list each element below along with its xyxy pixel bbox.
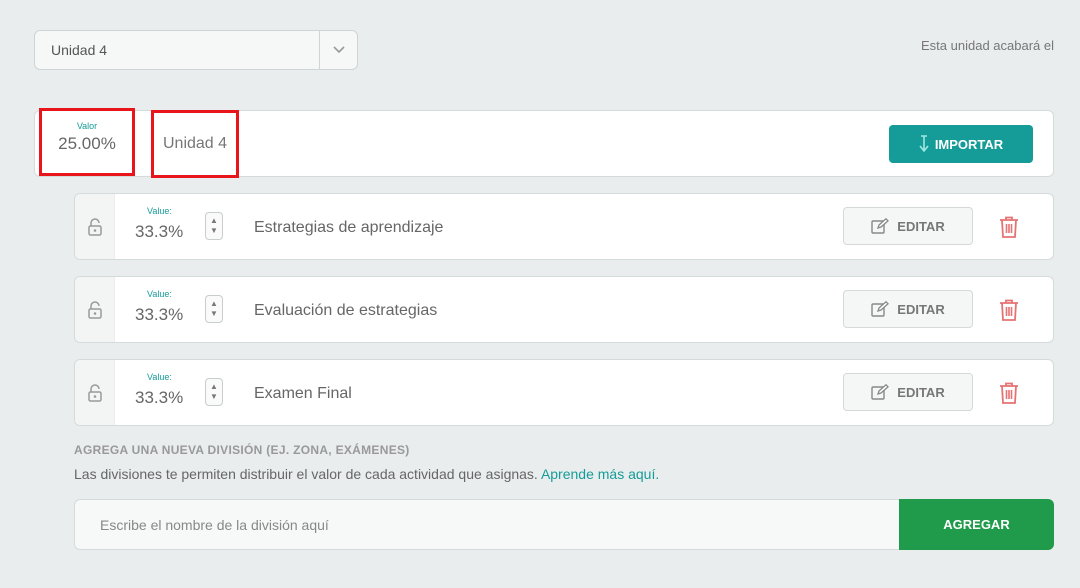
edit-button[interactable]: EDITAR xyxy=(843,207,973,245)
trash-icon xyxy=(1000,216,1018,238)
unlock-icon xyxy=(87,217,102,236)
unit-value-label: Valor xyxy=(76,121,98,131)
unit-end-label: Esta unidad acabará el xyxy=(921,38,1054,53)
division-value[interactable]: 33.3% xyxy=(135,222,183,242)
import-arrow-icon xyxy=(919,135,929,153)
value-stepper[interactable]: ▲ ▼ xyxy=(205,295,223,323)
edit-icon xyxy=(871,384,890,400)
stepper-up-icon[interactable]: ▲ xyxy=(210,299,218,309)
division-value[interactable]: 33.3% xyxy=(135,305,183,325)
unlock-icon xyxy=(87,300,102,319)
edit-button[interactable]: EDITAR xyxy=(843,373,973,411)
trash-icon xyxy=(1000,382,1018,404)
unit-select-value: Unidad 4 xyxy=(51,42,108,58)
lock-toggle[interactable] xyxy=(75,277,115,342)
stepper-down-icon[interactable]: ▼ xyxy=(210,309,218,319)
add-division-title: AGREGA UNA NUEVA DIVISIÓN (EJ. ZONA, EXÁ… xyxy=(74,443,410,457)
stepper-up-icon[interactable]: ▲ xyxy=(210,382,218,392)
value-stepper[interactable]: ▲ ▼ xyxy=(205,212,223,240)
division-name: Estrategias de aprendizaje xyxy=(254,219,444,236)
unit-select[interactable]: Unidad 4 xyxy=(34,30,358,70)
add-division-button[interactable]: AGREGAR xyxy=(899,499,1054,550)
add-division-form: AGREGAR xyxy=(74,499,1054,550)
division-name: Evaluación de estrategias xyxy=(254,302,438,319)
unit-name: Unidad 4 xyxy=(163,135,228,152)
add-division-description-text: Las divisiones te permiten distribuir el… xyxy=(74,466,538,482)
import-button[interactable]: IMPORTAR xyxy=(889,125,1033,163)
value-stepper[interactable]: ▲ ▼ xyxy=(205,378,223,406)
import-label: IMPORTAR xyxy=(934,136,1004,152)
division-row: Value: 33.3% ▲ ▼ Evaluación de estrategi… xyxy=(74,276,1054,343)
learn-more-link[interactable]: Aprende más aquí. xyxy=(541,466,659,482)
division-row: Value: 33.3% ▲ ▼ Estrategias de aprendiz… xyxy=(74,193,1054,260)
division-value-label: Value: xyxy=(147,206,172,216)
delete-button[interactable] xyxy=(997,297,1021,323)
unit-name-block: Unidad 4 xyxy=(151,110,239,178)
stepper-down-icon[interactable]: ▼ xyxy=(210,392,218,402)
unit-select-toggle[interactable] xyxy=(319,31,357,69)
trash-icon xyxy=(1000,299,1018,321)
division-name: Examen Final xyxy=(254,385,352,402)
stepper-down-icon[interactable]: ▼ xyxy=(210,226,218,236)
stepper-up-icon[interactable]: ▲ xyxy=(210,216,218,226)
edit-label: EDITAR xyxy=(897,384,945,400)
lock-toggle[interactable] xyxy=(75,360,115,425)
division-value-label: Value: xyxy=(147,289,172,299)
chevron-down-icon xyxy=(332,46,345,54)
edit-icon xyxy=(871,301,890,317)
unlock-icon xyxy=(87,383,102,402)
division-value-label: Value: xyxy=(147,372,172,382)
division-value[interactable]: 33.3% xyxy=(135,388,183,408)
delete-button[interactable] xyxy=(997,214,1021,240)
edit-button[interactable]: EDITAR xyxy=(843,290,973,328)
lock-toggle[interactable] xyxy=(75,194,115,259)
division-name-input[interactable] xyxy=(74,499,899,550)
unit-card: Valor 25.00% Unidad 4 IMPORTAR xyxy=(34,108,1054,178)
unit-value-block: Valor 25.00% xyxy=(39,108,135,176)
add-division-description: Las divisiones te permiten distribuir el… xyxy=(74,466,659,482)
edit-icon xyxy=(871,218,890,234)
delete-button[interactable] xyxy=(997,380,1021,406)
division-row: Value: 33.3% ▲ ▼ Examen Final EDITAR xyxy=(74,359,1054,426)
edit-label: EDITAR xyxy=(897,218,945,234)
edit-label: EDITAR xyxy=(897,301,945,317)
unit-value: 25.00% xyxy=(58,134,116,153)
